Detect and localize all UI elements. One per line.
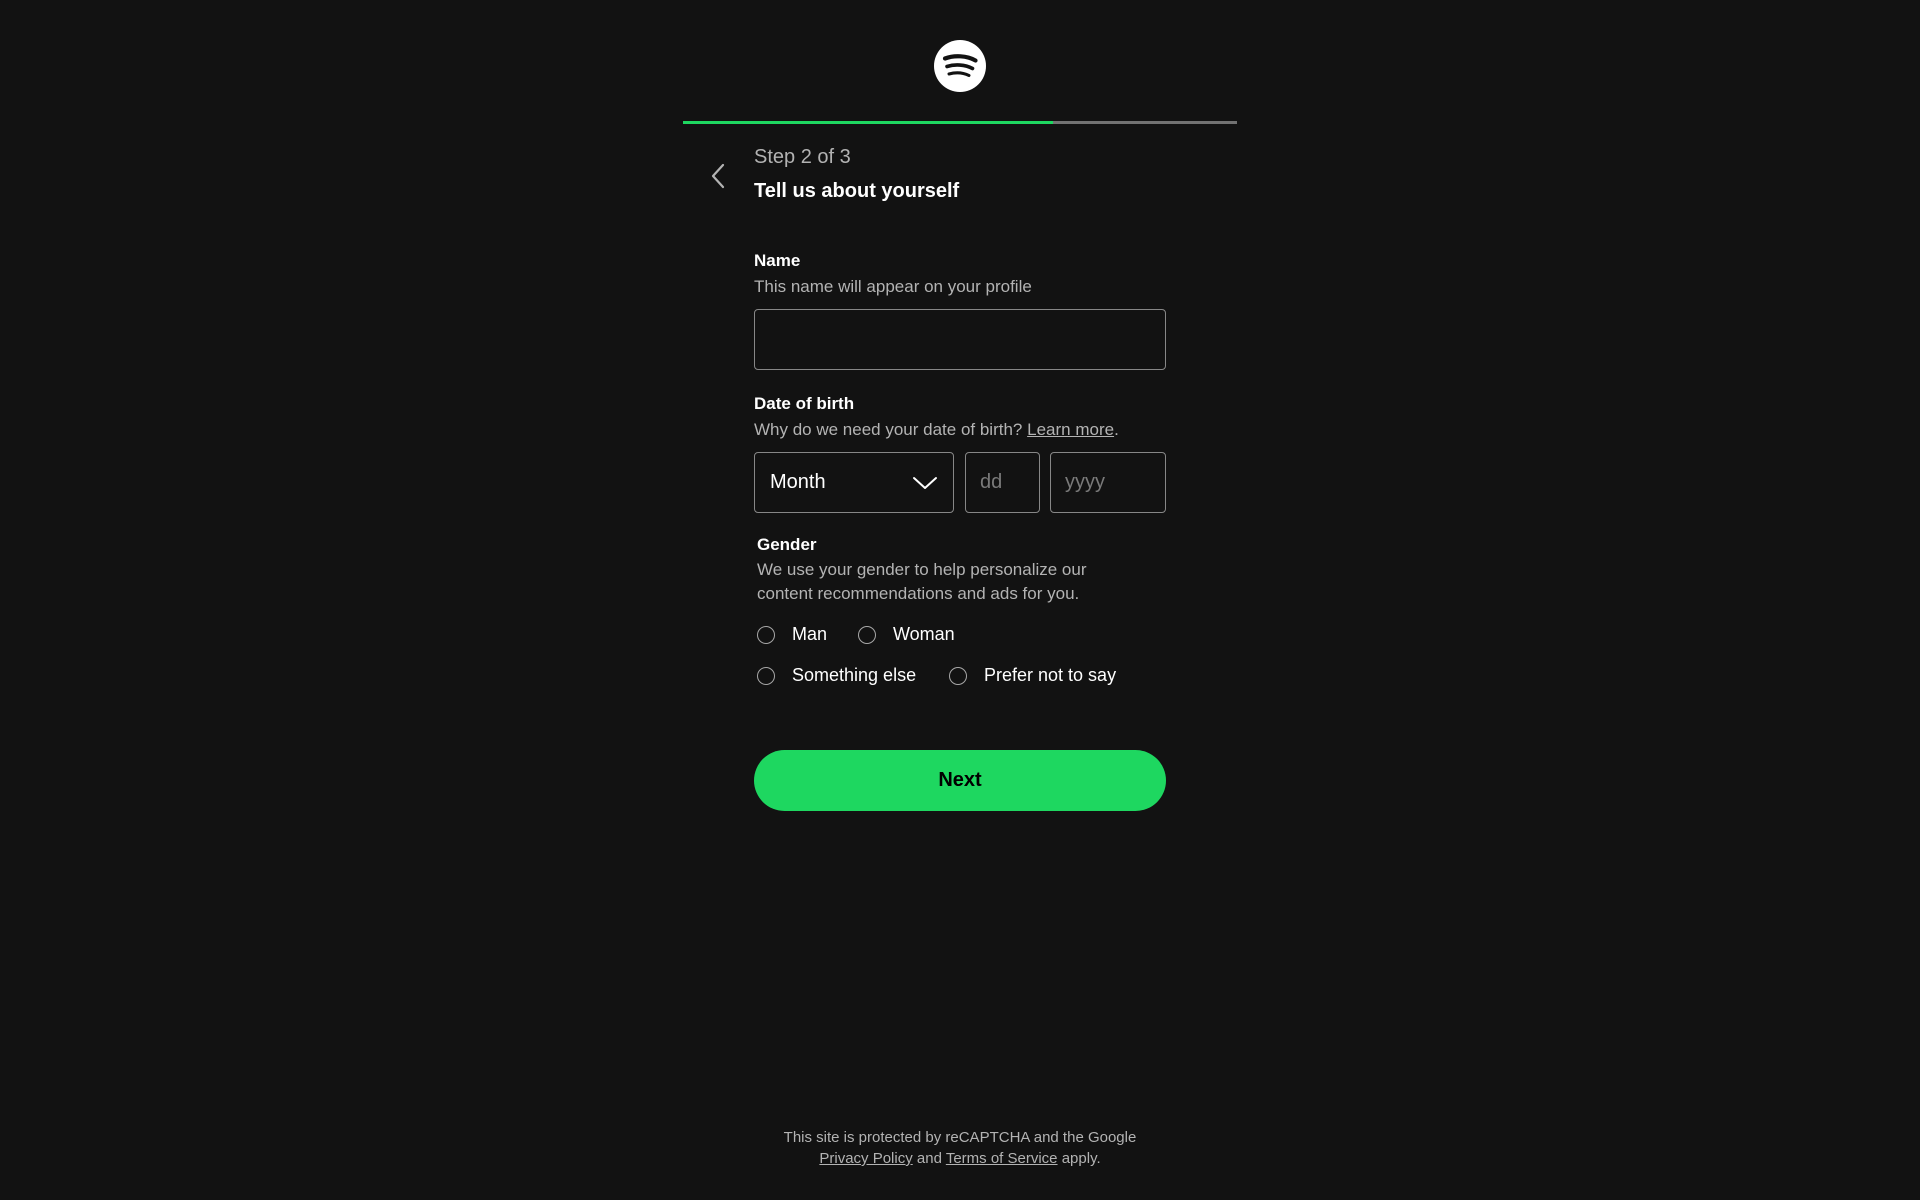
- name-help-text: This name will appear on your profile: [754, 277, 1032, 296]
- back-button[interactable]: [700, 158, 736, 194]
- page-title: Tell us about yourself: [754, 180, 960, 202]
- signup-page: Step 2 of 3 Tell us about yourself Name …: [0, 0, 1920, 1200]
- next-button[interactable]: Next: [754, 750, 1166, 811]
- day-input[interactable]: [965, 452, 1040, 513]
- radio-button[interactable]: [949, 666, 967, 685]
- footer-apply-text: apply.: [1061, 1150, 1101, 1167]
- gender-help-line: content recommendations and ads for you.: [757, 584, 1080, 603]
- radio-button[interactable]: [757, 625, 775, 644]
- dob-help-text: Why do we need your date of birth? Learn…: [754, 418, 1119, 442]
- chevron-left-icon: [711, 163, 725, 189]
- dob-help-question: Why do we need your date of birth?: [754, 420, 1023, 439]
- footer-and-text: and: [916, 1150, 942, 1167]
- year-input[interactable]: [1050, 452, 1166, 513]
- month-select-value: Month: [770, 471, 826, 493]
- chevron-down-icon: [913, 476, 937, 489]
- spotify-logo-icon[interactable]: [934, 40, 986, 92]
- gender-option-prefer-not-to-say[interactable]: Prefer not to say: [949, 665, 1116, 686]
- radio-label: Prefer not to say: [984, 665, 1117, 685]
- signup-progress-bar: [683, 121, 1237, 124]
- gender-help-text: We use your gender to help personalize o…: [757, 558, 1087, 606]
- terms-of-service-link[interactable]: Terms of Service: [946, 1150, 1058, 1167]
- radio-button[interactable]: [757, 666, 775, 685]
- recaptcha-links-line: Privacy Policy and Terms of Service appl…: [0, 1148, 1920, 1169]
- gender-label: Gender: [757, 535, 817, 554]
- gender-option-man[interactable]: Man: [757, 624, 827, 645]
- name-label: Name: [754, 251, 801, 270]
- privacy-policy-link[interactable]: Privacy Policy: [819, 1150, 912, 1167]
- radio-label: Something else: [792, 665, 917, 685]
- dob-label: Date of birth: [754, 394, 855, 413]
- learn-more-link[interactable]: Learn more: [1027, 420, 1114, 439]
- gender-help-line: We use your gender to help personalize o…: [757, 560, 1087, 579]
- recaptcha-notice-line: This site is protected by reCAPTCHA and …: [783, 1129, 1137, 1146]
- gender-option-something-else[interactable]: Something else: [757, 665, 916, 686]
- radio-button[interactable]: [858, 625, 876, 644]
- name-input[interactable]: [754, 309, 1166, 370]
- month-select[interactable]: Month: [754, 452, 954, 513]
- dob-help-suffix: .: [1114, 420, 1119, 439]
- recaptcha-notice: This site is protected by reCAPTCHA and …: [0, 1127, 1920, 1169]
- gender-option-woman[interactable]: Woman: [858, 624, 955, 645]
- progress-fill: [683, 121, 1053, 124]
- radio-label: Woman: [893, 624, 955, 644]
- radio-label: Man: [792, 624, 828, 644]
- step-indicator: Step 2 of 3: [754, 146, 851, 168]
